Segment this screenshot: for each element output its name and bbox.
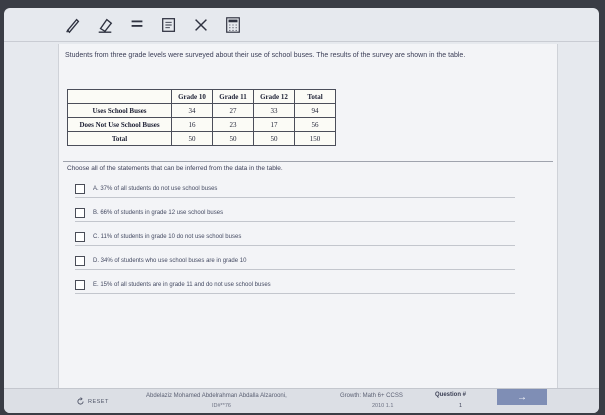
table-header-cell [67, 89, 172, 104]
table-cell: 50 [253, 131, 295, 146]
table-cell: 50 [171, 131, 213, 146]
reset-button[interactable]: RESET [76, 397, 109, 406]
toolbar [4, 8, 599, 42]
checkbox[interactable] [75, 207, 85, 218]
question-number-label: Question # [435, 392, 467, 398]
table-header-cell: Grade 12 [253, 89, 295, 104]
choice-a[interactable]: A. 37% of all students do not use school… [75, 180, 515, 198]
table-row: Uses School Buses 34 27 33 94 [67, 103, 336, 118]
choice-label: A. 37% of all students do not use school… [93, 185, 218, 192]
table-header-cell: Total [294, 89, 336, 104]
table-header-cell: Grade 11 [212, 89, 254, 104]
table-cell: 17 [253, 117, 295, 132]
arrow-right-icon: → [517, 391, 527, 403]
choice-d[interactable]: D. 34% of students who use school buses … [75, 252, 515, 270]
table-cell: 23 [212, 117, 254, 132]
calculator-icon[interactable] [222, 14, 244, 36]
row-label: Total [67, 131, 172, 146]
test-window: Students from three grade levels were su… [4, 8, 599, 413]
table-cell: 16 [171, 117, 213, 132]
pencil-icon[interactable] [62, 14, 84, 36]
eraser-icon[interactable] [94, 14, 116, 36]
standard-name: Growth: Math 6+ CCSS [340, 393, 403, 399]
notepad-icon[interactable] [158, 14, 180, 36]
checkbox[interactable] [75, 183, 85, 194]
checkbox[interactable] [75, 231, 85, 242]
line-reader-icon[interactable] [126, 14, 148, 36]
question-number: 1 [459, 403, 463, 409]
row-label: Uses School Buses [67, 103, 172, 118]
table-cell: 150 [294, 131, 336, 146]
table-row: Total 50 50 50 150 [67, 131, 336, 146]
footer-bar: RESET Abdelaziz Mohamed Abdelrahman Abda… [4, 388, 599, 413]
reset-label: RESET [88, 398, 109, 405]
row-label: Does Not Use School Buses [67, 117, 172, 132]
choice-label: D. 34% of students who use school buses … [93, 257, 247, 264]
survey-table: Grade 10 Grade 11 Grade 12 Total Uses Sc… [67, 89, 336, 146]
table-cell: 94 [294, 103, 336, 118]
item-id: ID#**76 [212, 403, 231, 409]
next-button[interactable]: → [497, 389, 547, 405]
choice-c[interactable]: C. 11% of students in grade 10 do not us… [75, 228, 515, 246]
author-name: Abdelaziz Mohamed Abdelrahman Abdalla Al… [146, 393, 287, 399]
table-header-cell: Grade 10 [171, 89, 213, 104]
choice-label: E. 15% of all students are in grade 11 a… [93, 281, 271, 288]
table-cell: 56 [294, 117, 336, 132]
choice-label: C. 11% of students in grade 10 do not us… [93, 233, 242, 240]
table-cell: 33 [253, 103, 295, 118]
table-cell: 27 [212, 103, 254, 118]
table-cell: 34 [171, 103, 213, 118]
answer-choices: A. 37% of all students do not use school… [75, 180, 515, 300]
checkbox[interactable] [75, 255, 85, 266]
standard-code: 2010 1.1 [372, 403, 394, 409]
eliminate-choice-icon[interactable] [190, 14, 212, 36]
table-row: Does Not Use School Buses 16 23 17 56 [67, 117, 336, 132]
checkbox[interactable] [75, 279, 85, 290]
table-header-row: Grade 10 Grade 11 Grade 12 Total [67, 89, 336, 104]
divider [63, 161, 553, 162]
question-panel: Students from three grade levels were su… [58, 44, 558, 404]
question-stem: Students from three grade levels were su… [65, 52, 466, 59]
choice-label: B. 66% of students in grade 12 use schoo… [93, 209, 224, 216]
choice-e[interactable]: E. 15% of all students are in grade 11 a… [75, 276, 515, 294]
table-cell: 50 [212, 131, 254, 146]
reset-icon [77, 397, 84, 405]
question-prompt: Choose all of the statements that can be… [67, 165, 283, 172]
choice-b[interactable]: B. 66% of students in grade 12 use schoo… [75, 204, 515, 222]
